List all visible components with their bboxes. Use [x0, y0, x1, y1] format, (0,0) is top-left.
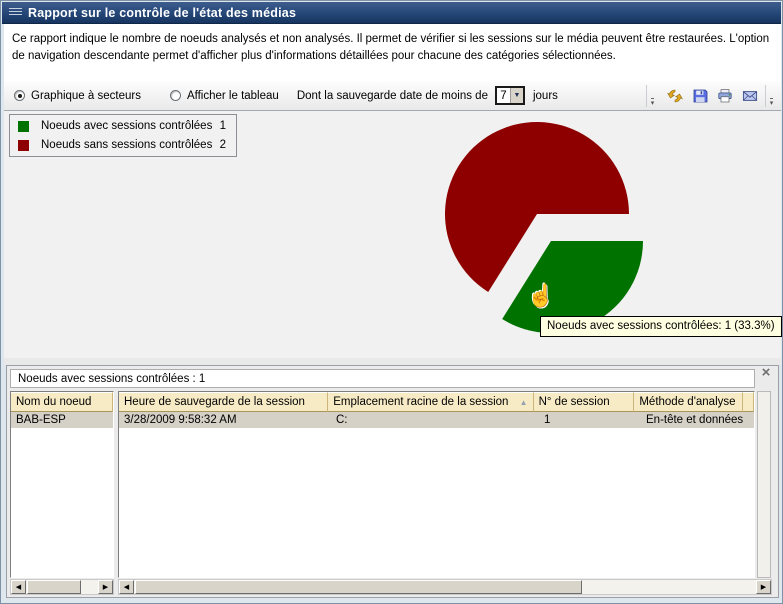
- pie-tooltip: Noeuds avec sessions contrôlées: 1 (33.3…: [540, 316, 782, 337]
- right-pane-horizontal-scrollbar[interactable]: ◀ ▶: [118, 579, 772, 595]
- email-icon[interactable]: [741, 87, 759, 105]
- legend-label: Noeuds sans sessions contrôlées: [41, 139, 212, 151]
- legend-label: Noeuds avec sessions contrôlées: [41, 120, 212, 132]
- grip-icon: [9, 8, 22, 17]
- column-header-backup-time[interactable]: Heure de sauvegarde de la session: [119, 392, 328, 412]
- report-window: Rapport sur le contrôle de l'état des mé…: [0, 0, 783, 604]
- column-header-session-number[interactable]: N° de session: [534, 392, 635, 412]
- node-name-pane: Nom du noeud BAB-ESP: [10, 391, 114, 578]
- filter-label: Dont la sauvegarde date de moins de: [297, 90, 488, 102]
- table-header-row: Nom du noeud: [11, 392, 113, 412]
- cell-root-path[interactable]: C:: [331, 412, 539, 428]
- table-row[interactable]: BAB-ESP: [11, 412, 113, 429]
- column-header-analysis-method[interactable]: Méthode d'analyse: [634, 392, 743, 412]
- vertical-scrollbar[interactable]: [757, 391, 771, 578]
- legend-swatch-green: [18, 121, 29, 132]
- radio-show-table[interactable]: Afficher le tableau: [170, 90, 279, 102]
- sort-ascending-icon: ▲: [516, 398, 528, 407]
- refresh-icon[interactable]: [666, 87, 684, 105]
- days-combobox-value: 7: [497, 88, 510, 103]
- legend-swatch-red: [18, 140, 29, 151]
- scrollbar-thumb[interactable]: [27, 580, 81, 594]
- table-header-row: Heure de sauvegarde de la session Emplac…: [119, 392, 754, 412]
- legend-item: Noeuds sans sessions contrôlées 2: [18, 139, 228, 151]
- cell-session-number[interactable]: 1: [539, 412, 641, 428]
- chevron-down-icon[interactable]: ▼: [510, 88, 523, 103]
- cell-analysis-method[interactable]: En-tête et données: [641, 412, 751, 428]
- radio-button-icon[interactable]: [170, 90, 181, 101]
- table-row[interactable]: 3/28/2009 9:58:32 AM C: 1 En-tête et don…: [119, 412, 754, 429]
- toolbar-overflow-icon[interactable]: ▾: [765, 85, 777, 107]
- close-icon[interactable]: ×: [758, 365, 774, 382]
- session-detail-pane: Heure de sauvegarde de la session Emplac…: [118, 391, 755, 578]
- hand-cursor-icon: ☝: [527, 283, 554, 309]
- radio-pie-chart[interactable]: Graphique à secteurs: [14, 90, 141, 102]
- save-icon[interactable]: [691, 87, 709, 105]
- toolbar-overflow-icon[interactable]: ▾: [646, 85, 658, 107]
- toolbar: Graphique à secteurs Afficher le tableau…: [4, 81, 781, 111]
- panel-splitter[interactable]: [4, 358, 781, 365]
- legend-value: 2: [220, 139, 228, 151]
- scroll-right-icon[interactable]: ▶: [756, 580, 771, 594]
- column-header-node-name[interactable]: Nom du noeud: [11, 392, 113, 412]
- scrollbar-thumb[interactable]: [135, 580, 582, 594]
- scroll-right-icon[interactable]: ▶: [98, 580, 113, 594]
- column-header-filler: [743, 392, 754, 412]
- title-bar: Rapport sur le contrôle de l'état des mé…: [2, 2, 781, 24]
- days-combobox[interactable]: 7 ▼: [495, 86, 525, 105]
- print-icon[interactable]: [716, 87, 734, 105]
- scroll-left-icon[interactable]: ◀: [119, 580, 134, 594]
- left-pane-horizontal-scrollbar[interactable]: ◀ ▶: [10, 579, 114, 595]
- column-header-root-path[interactable]: Emplacement racine de la session ▲: [328, 392, 533, 412]
- cell-backup-time[interactable]: 3/28/2009 9:58:32 AM: [119, 412, 331, 428]
- filter-unit-label: jours: [533, 90, 558, 102]
- cell-node-name[interactable]: BAB-ESP: [11, 412, 113, 428]
- radio-pie-chart-label: Graphique à secteurs: [31, 90, 141, 102]
- page-title: Rapport sur le contrôle de l'état des mé…: [28, 6, 296, 20]
- detail-panel-title: Noeuds avec sessions contrôlées : 1: [10, 369, 755, 388]
- radio-button-selected-icon[interactable]: [14, 90, 25, 101]
- scroll-left-icon[interactable]: ◀: [11, 580, 26, 594]
- legend-value: 1: [220, 120, 228, 132]
- radio-show-table-label: Afficher le tableau: [187, 90, 279, 102]
- legend-item: Noeuds avec sessions contrôlées 1: [18, 120, 228, 132]
- report-description: Ce rapport indique le nombre de noeuds a…: [4, 24, 781, 81]
- chart-legend: Noeuds avec sessions contrôlées 1 Noeuds…: [9, 114, 237, 157]
